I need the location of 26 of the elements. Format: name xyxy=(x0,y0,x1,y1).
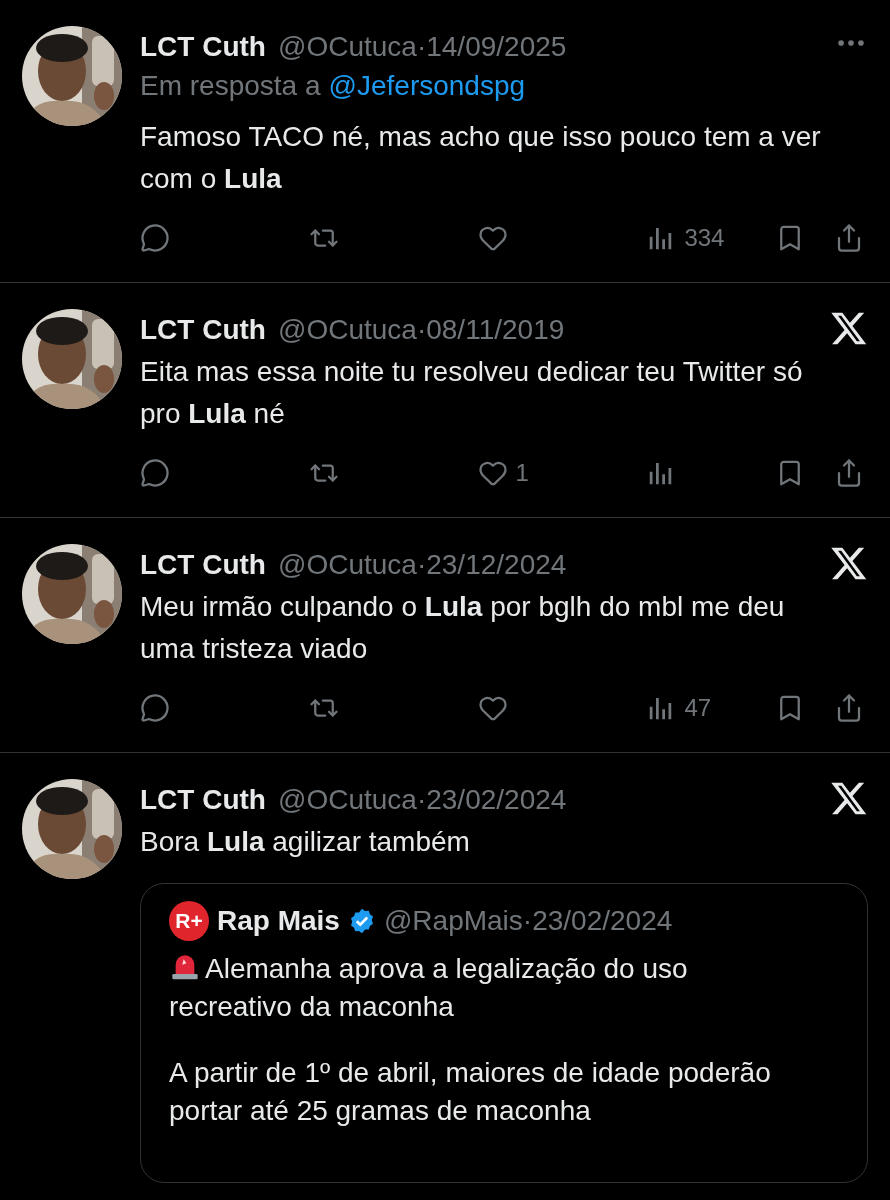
reply-icon[interactable] xyxy=(140,693,170,723)
author-name: LCT Cuth xyxy=(140,313,266,347)
author-name: LCT Cuth xyxy=(140,548,266,582)
post-meta: @RapMais·23/02/2024 xyxy=(383,904,673,938)
reply-icon[interactable] xyxy=(140,223,170,253)
views-count: 47 xyxy=(684,693,712,723)
quoted-text: Alemanha aprova a legalização do uso recreativo da maconha xyxy=(169,950,799,1026)
post-text: Famoso TACO né, mas acho que isso pouco tem a ver com o Lula xyxy=(140,120,822,196)
author-name: LCT Cuth xyxy=(140,783,266,817)
post-text: Bora Lula agilizar também xyxy=(140,825,471,859)
views-count: 334 xyxy=(684,223,725,253)
mention-link[interactable]: @Jefersondspg xyxy=(328,68,526,104)
quoted-text: A partir de 1º de abril, maiores de idade poderão portar até 25 gramas de maconha xyxy=(169,1056,772,1128)
author-name: LCT Cuth xyxy=(140,30,266,64)
like-count: 1 xyxy=(515,458,529,488)
post-meta: @OCutuca·08/11/2019 xyxy=(277,313,565,347)
post-text: Meu irmão culpando o Lula por bglh do mbl me deu uma tristeza viado xyxy=(140,590,786,666)
author-name: Rap Mais xyxy=(217,904,340,938)
reply-context: Em resposta a xyxy=(140,69,321,103)
post-meta: @OCutuca·14/09/2025 xyxy=(277,30,567,64)
rap-mais-logo: R+ xyxy=(169,901,209,941)
reply-icon[interactable] xyxy=(140,458,170,488)
post-meta: @OCutuca·23/12/2024 xyxy=(277,548,567,582)
post-meta: @OCutuca·23/02/2024 xyxy=(277,783,567,817)
quoted-post[interactable]: R+ Rap Mais @RapMais·23/02/2024 Alemanha aprova a legalização do uso recreativo da maconha A partir de 1º de abril, maiores de idade poderão portar até 25 gramas de maconha xyxy=(140,883,868,1183)
post-text: Eita mas essa noite tu resolveu dedicar teu Twitter só pro Lula né xyxy=(140,355,804,431)
